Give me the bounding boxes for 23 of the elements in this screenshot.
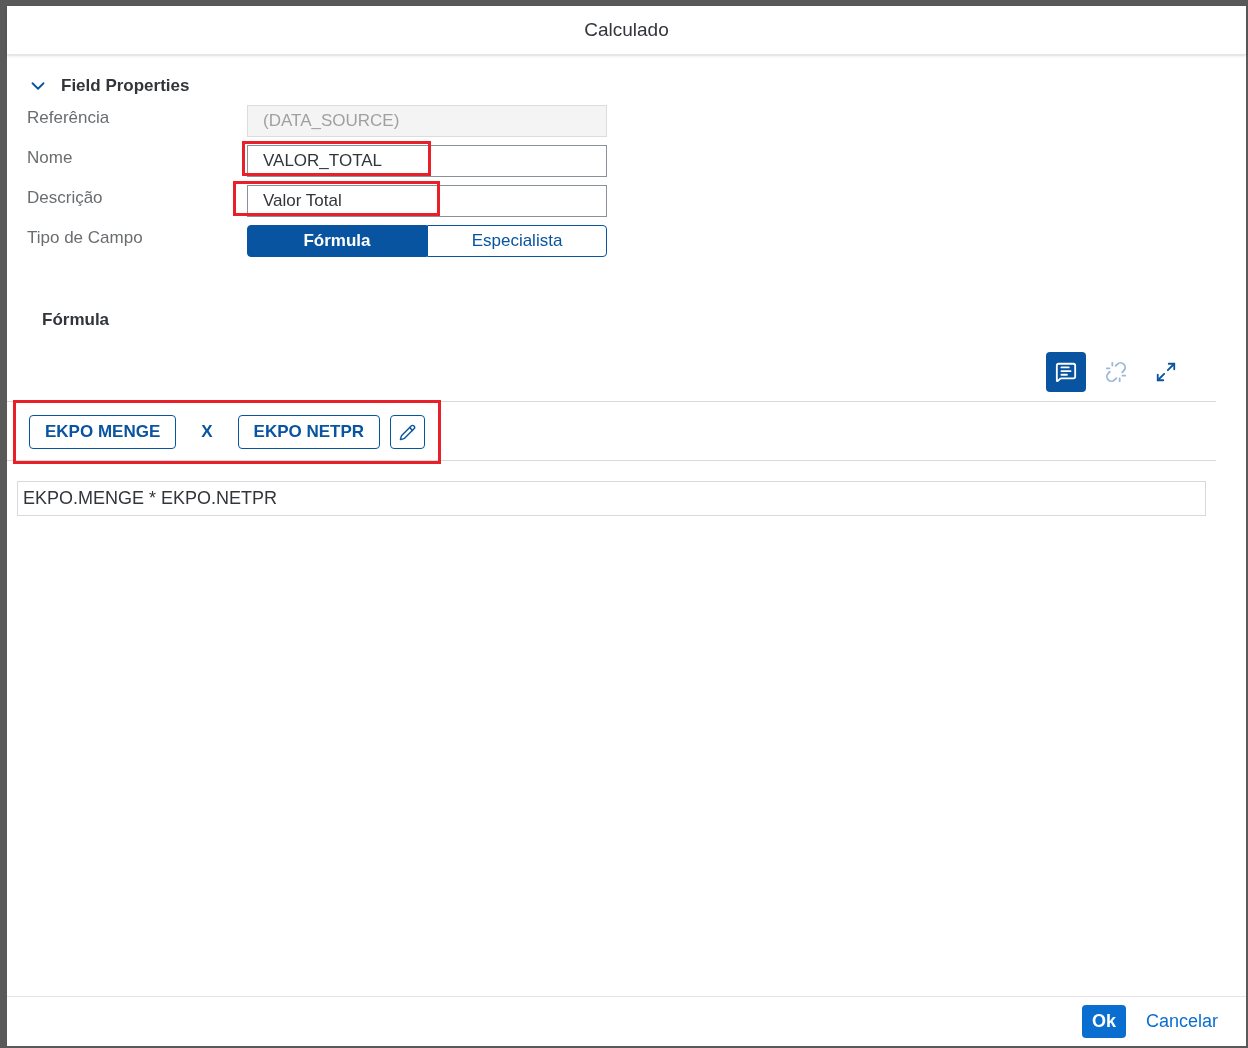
pencil-icon [399,423,417,441]
field-label: Referência [27,106,111,129]
expand-icon [1155,361,1177,383]
dialog-title: Calculado [584,17,669,42]
segment-button[interactable]: Fórmula [247,224,427,257]
comment-icon [1055,361,1077,383]
section-title: Field Properties [61,75,190,97]
expression-field[interactable]: EKPO.MENGE * EKPO.NETPR [17,481,1206,516]
section-title: Fórmula [42,309,110,329]
input-field[interactable]: Valor Total [247,184,607,217]
cancel-button[interactable]: Cancelar [1135,1005,1228,1038]
edit-button[interactable] [390,415,426,449]
formula-token[interactable]: EKPO MENGE [29,415,177,449]
field-label: Tipo de Campo [27,226,144,249]
comment-button[interactable] [1046,352,1086,392]
formula-token[interactable]: EKPO NETPR [237,415,381,449]
segment-button[interactable]: Especialista [427,224,607,257]
field-label: Descrição [27,186,104,209]
operator-symbol: X [200,421,214,444]
ok-button[interactable]: Ok [1081,1005,1126,1038]
input-field[interactable]: VALOR_TOTAL [247,144,607,177]
field-label: Nome [27,146,74,169]
unlink-icon [1105,361,1127,383]
